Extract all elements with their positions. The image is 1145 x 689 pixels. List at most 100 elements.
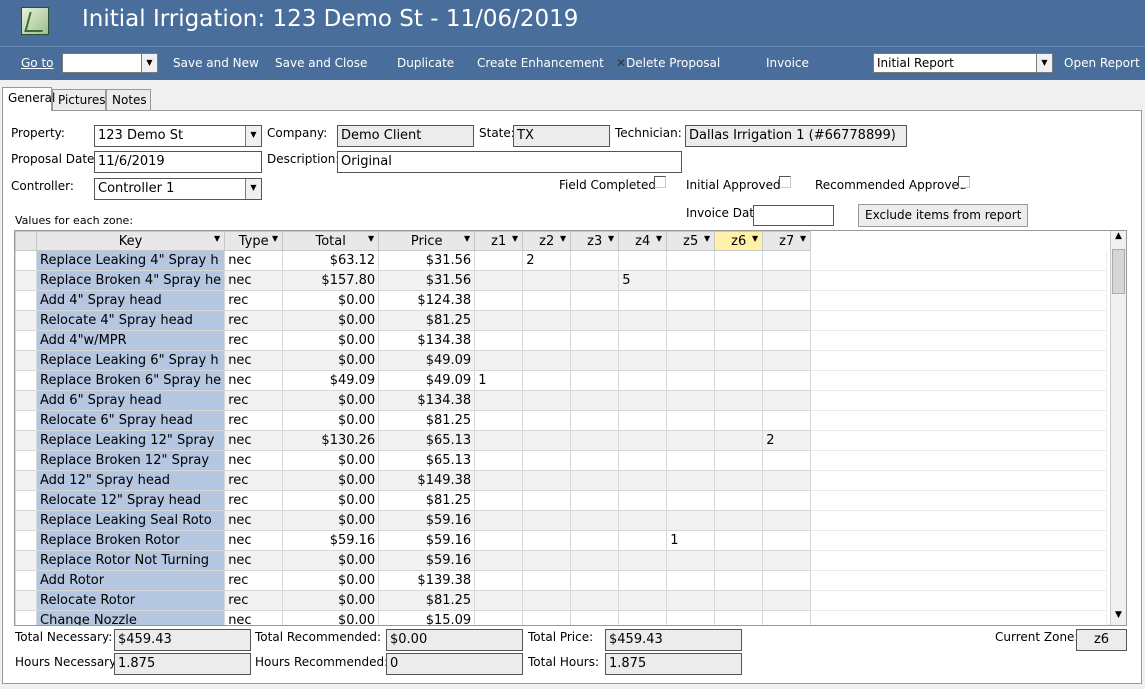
- column-filter-icon[interactable]: ▼: [752, 234, 758, 243]
- cell-z3[interactable]: [570, 530, 620, 551]
- cell-z7[interactable]: [762, 510, 812, 531]
- cell-z2[interactable]: [522, 290, 572, 311]
- cell-z7[interactable]: 2: [762, 430, 812, 451]
- cell-z7[interactable]: [762, 570, 812, 591]
- column-filter-icon[interactable]: ▼: [800, 234, 806, 243]
- cell-z1[interactable]: [474, 550, 524, 571]
- cell-z3[interactable]: [570, 350, 620, 371]
- table-row[interactable]: Relocate 6" Spray head rec $0.00 $81.25: [15, 410, 1108, 431]
- cell-z2[interactable]: [522, 270, 572, 291]
- cell-z1[interactable]: [474, 610, 524, 625]
- proposal-date-field[interactable]: 11/6/2019: [94, 151, 262, 173]
- cell-z4[interactable]: 5: [618, 270, 668, 291]
- cell-z6[interactable]: [714, 470, 764, 491]
- column-header-total[interactable]: Total ▼: [282, 231, 380, 251]
- cell-z6[interactable]: [714, 290, 764, 311]
- cell-z5[interactable]: [666, 270, 716, 291]
- cell-z5[interactable]: [666, 350, 716, 371]
- initial-approved-checkbox[interactable]: [779, 176, 791, 188]
- cell-z6[interactable]: [714, 450, 764, 471]
- cell-z7[interactable]: [762, 250, 812, 271]
- cell-z4[interactable]: [618, 570, 668, 591]
- cell-z6[interactable]: [714, 530, 764, 551]
- column-filter-icon[interactable]: ▼: [214, 234, 220, 243]
- cell-z4[interactable]: [618, 430, 668, 451]
- cell-z1[interactable]: [474, 530, 524, 551]
- cell-z4[interactable]: [618, 530, 668, 551]
- row-selector[interactable]: [15, 570, 37, 591]
- cell-z7[interactable]: [762, 590, 812, 611]
- cell-z5[interactable]: [666, 610, 716, 625]
- row-selector[interactable]: [15, 390, 37, 411]
- cell-z2[interactable]: [522, 470, 572, 491]
- row-selector[interactable]: [15, 550, 37, 571]
- row-selector[interactable]: [15, 270, 37, 291]
- table-row[interactable]: Add 4" Spray head rec $0.00 $124.38: [15, 290, 1108, 311]
- table-row[interactable]: Add 6" Spray head rec $0.00 $134.38: [15, 390, 1108, 411]
- cell-z4[interactable]: [618, 290, 668, 311]
- cell-z7[interactable]: [762, 270, 812, 291]
- cell-z4[interactable]: [618, 470, 668, 491]
- cell-z6[interactable]: [714, 250, 764, 271]
- cell-z6[interactable]: [714, 270, 764, 291]
- cell-z2[interactable]: [522, 550, 572, 571]
- cell-z7[interactable]: [762, 410, 812, 431]
- row-selector[interactable]: [15, 250, 37, 271]
- cell-z6[interactable]: [714, 390, 764, 411]
- column-header-z1[interactable]: z1 ▼: [474, 231, 524, 251]
- cell-z7[interactable]: [762, 390, 812, 411]
- cell-z7[interactable]: [762, 450, 812, 471]
- field-completed-checkbox[interactable]: [654, 176, 666, 188]
- cell-z5[interactable]: [666, 590, 716, 611]
- cell-z4[interactable]: [618, 310, 668, 331]
- column-filter-icon[interactable]: ▼: [560, 234, 566, 243]
- table-row[interactable]: Replace Rotor Not Turning nec $0.00 $59.16: [15, 550, 1108, 571]
- cell-z2[interactable]: 2: [522, 250, 572, 271]
- cell-z3[interactable]: [570, 510, 620, 531]
- cell-z3[interactable]: [570, 330, 620, 351]
- cell-z1[interactable]: [474, 450, 524, 471]
- invoice-date-field[interactable]: [753, 205, 834, 226]
- table-row[interactable]: Replace Leaking 6" Spray h nec $0.00 $49.09: [15, 350, 1108, 371]
- cell-z3[interactable]: [570, 270, 620, 291]
- column-filter-icon[interactable]: ▼: [368, 234, 374, 243]
- cell-z3[interactable]: [570, 490, 620, 511]
- report-select[interactable]: Initial Report ▼: [873, 53, 1053, 73]
- cell-z2[interactable]: [522, 410, 572, 431]
- duplicate-button[interactable]: Duplicate: [397, 56, 454, 70]
- table-row[interactable]: Relocate Rotor rec $0.00 $81.25: [15, 590, 1108, 611]
- table-row[interactable]: Change Nozzle nec $0.00 $15.09: [15, 610, 1108, 625]
- cell-z4[interactable]: [618, 550, 668, 571]
- column-header-z4[interactable]: z4 ▼: [618, 231, 668, 251]
- cell-z1[interactable]: [474, 470, 524, 491]
- column-filter-icon[interactable]: ▼: [704, 234, 710, 243]
- cell-z4[interactable]: [618, 250, 668, 271]
- cell-z5[interactable]: [666, 550, 716, 571]
- exclude-items-button[interactable]: Exclude items from report: [858, 204, 1029, 227]
- cell-z7[interactable]: [762, 330, 812, 351]
- row-selector-header[interactable]: [15, 231, 37, 251]
- cell-z5[interactable]: [666, 410, 716, 431]
- chevron-down-icon[interactable]: ▼: [245, 126, 261, 146]
- cell-z3[interactable]: [570, 450, 620, 471]
- row-selector[interactable]: [15, 450, 37, 471]
- table-row[interactable]: Add Rotor rec $0.00 $139.38: [15, 570, 1108, 591]
- column-header-z2[interactable]: z2 ▼: [522, 231, 572, 251]
- cell-z5[interactable]: [666, 370, 716, 391]
- row-selector[interactable]: [15, 430, 37, 451]
- table-row[interactable]: Replace Broken 6" Spray he nec $49.09 $49.0…: [15, 370, 1108, 391]
- row-selector[interactable]: [15, 310, 37, 331]
- cell-z2[interactable]: [522, 310, 572, 331]
- cell-z2[interactable]: [522, 330, 572, 351]
- cell-z6[interactable]: [714, 370, 764, 391]
- cell-z2[interactable]: [522, 510, 572, 531]
- cell-z7[interactable]: [762, 550, 812, 571]
- cell-z2[interactable]: [522, 530, 572, 551]
- cell-z4[interactable]: [618, 410, 668, 431]
- cell-z6[interactable]: [714, 570, 764, 591]
- table-row[interactable]: Replace Leaking 4" Spray h nec $63.12 $31.5…: [15, 250, 1108, 271]
- table-row[interactable]: Relocate 4" Spray head rec $0.00 $81.25: [15, 310, 1108, 331]
- cell-z6[interactable]: [714, 310, 764, 331]
- table-row[interactable]: Add 12" Spray head rec $0.00 $149.38: [15, 470, 1108, 491]
- cell-z6[interactable]: [714, 490, 764, 511]
